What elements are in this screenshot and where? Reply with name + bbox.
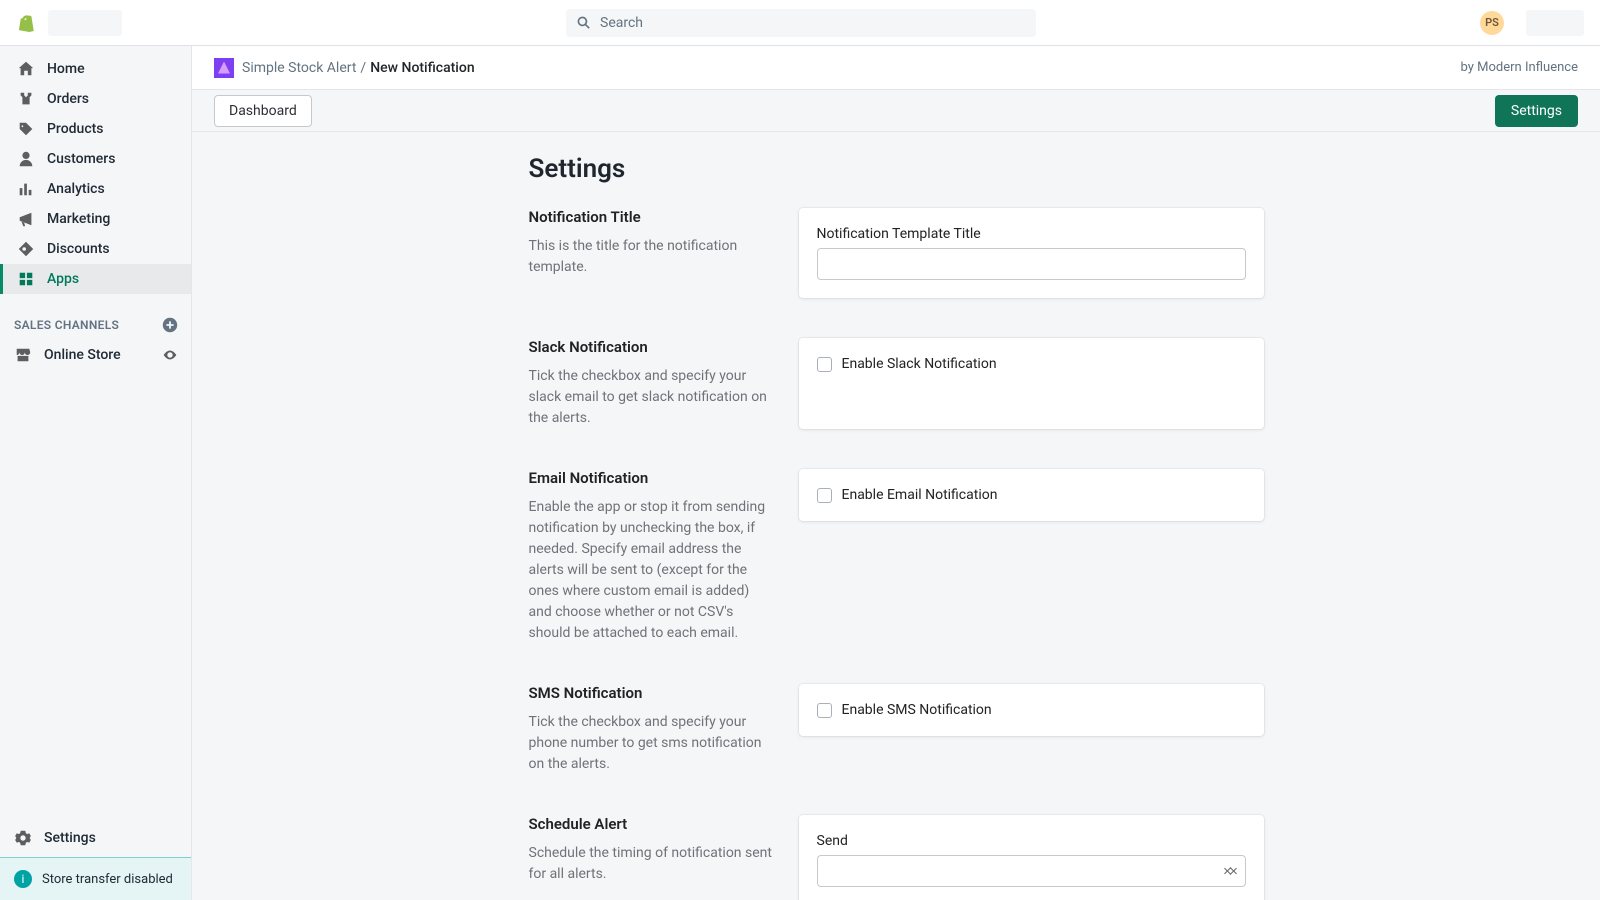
section-desc: Tick the checkbox and specify your phone… bbox=[529, 712, 775, 775]
search-input[interactable]: Search bbox=[566, 9, 1036, 37]
section-heading: Schedule Alert bbox=[529, 815, 775, 833]
orders-icon bbox=[17, 90, 35, 108]
products-icon bbox=[17, 120, 35, 138]
sidebar-item-orders[interactable]: Orders bbox=[0, 84, 191, 114]
sidebar-item-discounts[interactable]: Discounts bbox=[0, 234, 191, 264]
sidebar-item-label: Customers bbox=[47, 151, 115, 167]
store-selector[interactable] bbox=[48, 10, 122, 36]
customers-icon bbox=[17, 150, 35, 168]
sidebar-item-label: Settings bbox=[44, 830, 96, 846]
sidebar-item-label: Marketing bbox=[47, 211, 110, 227]
section-desc: Tick the checkbox and specify your slack… bbox=[529, 366, 775, 429]
crumb-current: New Notification bbox=[370, 60, 474, 76]
marketing-icon bbox=[17, 210, 35, 228]
sidebar-item-home[interactable]: Home bbox=[0, 54, 191, 84]
sidebar-item-marketing[interactable]: Marketing bbox=[0, 204, 191, 234]
sidebar-item-settings[interactable]: Settings bbox=[0, 819, 191, 857]
discounts-icon bbox=[17, 240, 35, 258]
sidebar-item-customers[interactable]: Customers bbox=[0, 144, 191, 174]
sms-card: Enable SMS Notification bbox=[799, 684, 1264, 736]
sidebar-item-label: Products bbox=[47, 121, 104, 137]
breadcrumb: Simple Stock Alert / New Notification by… bbox=[192, 46, 1600, 90]
add-channel-icon[interactable] bbox=[161, 316, 179, 334]
sidebar-channel-online-store[interactable]: Online Store bbox=[0, 340, 191, 370]
shopify-logo-icon bbox=[16, 13, 36, 33]
action-bar: Dashboard Settings bbox=[192, 90, 1600, 132]
gear-icon bbox=[14, 829, 32, 847]
section-heading: Email Notification bbox=[529, 469, 775, 487]
schedule-card: Send bbox=[799, 815, 1264, 900]
slack-card: Enable Slack Notification bbox=[799, 338, 1264, 429]
sidebar-item-label: Orders bbox=[47, 91, 89, 107]
avatar[interactable]: PS bbox=[1480, 11, 1504, 35]
section-heading: Slack Notification bbox=[529, 338, 775, 356]
home-icon bbox=[17, 60, 35, 78]
page-title: Settings bbox=[529, 154, 1264, 184]
sidebar-item-products[interactable]: Products bbox=[0, 114, 191, 144]
slack-checkbox[interactable] bbox=[817, 357, 832, 372]
sidebar-item-label: Discounts bbox=[47, 241, 110, 257]
crumb-app[interactable]: Simple Stock Alert bbox=[242, 60, 356, 76]
section-desc: This is the title for the notification t… bbox=[529, 236, 775, 278]
app-author: by Modern Influence bbox=[1461, 60, 1578, 75]
sidebar: Home Orders Products Customers Analytics… bbox=[0, 46, 192, 900]
app-icon bbox=[214, 58, 234, 78]
sidebar-item-label: Online Store bbox=[44, 347, 121, 363]
section-desc: Schedule the timing of notification sent… bbox=[529, 843, 775, 885]
field-label: Notification Template Title bbox=[817, 226, 1246, 242]
sidebar-item-analytics[interactable]: Analytics bbox=[0, 174, 191, 204]
topbar: Search PS bbox=[0, 0, 1600, 46]
eye-icon[interactable] bbox=[161, 346, 179, 364]
account-menu[interactable] bbox=[1526, 10, 1584, 36]
section-heading: SMS Notification bbox=[529, 684, 775, 702]
sidebar-item-label: Home bbox=[47, 61, 85, 77]
checkbox-label: Enable SMS Notification bbox=[842, 702, 992, 718]
email-card: Enable Email Notification bbox=[799, 469, 1264, 521]
info-icon: i bbox=[14, 870, 32, 888]
sidebar-item-label: Analytics bbox=[47, 181, 105, 197]
search-placeholder: Search bbox=[600, 15, 643, 31]
checkbox-label: Enable Email Notification bbox=[842, 487, 998, 503]
sms-checkbox[interactable] bbox=[817, 703, 832, 718]
email-checkbox[interactable] bbox=[817, 488, 832, 503]
search-icon bbox=[576, 15, 592, 31]
sales-channels-header: SALES CHANNELS bbox=[0, 302, 191, 340]
store-icon bbox=[14, 346, 32, 364]
section-desc: Enable the app or stop it from sending n… bbox=[529, 497, 775, 644]
notification-title-input[interactable] bbox=[817, 248, 1246, 280]
section-heading: Notification Title bbox=[529, 208, 775, 226]
settings-button[interactable]: Settings bbox=[1495, 95, 1578, 127]
checkbox-label: Enable Slack Notification bbox=[842, 356, 997, 372]
banner-text: Store transfer disabled bbox=[42, 872, 173, 887]
sidebar-item-label: Apps bbox=[47, 271, 79, 287]
analytics-icon bbox=[17, 180, 35, 198]
notification-title-card: Notification Template Title bbox=[799, 208, 1264, 298]
transfer-banner: i Store transfer disabled bbox=[0, 857, 191, 900]
apps-icon bbox=[17, 270, 35, 288]
dashboard-button[interactable]: Dashboard bbox=[214, 95, 312, 127]
schedule-select[interactable] bbox=[817, 855, 1246, 887]
field-label: Send bbox=[817, 833, 1246, 849]
sidebar-item-apps[interactable]: Apps bbox=[0, 264, 191, 294]
main: Simple Stock Alert / New Notification by… bbox=[192, 46, 1600, 900]
